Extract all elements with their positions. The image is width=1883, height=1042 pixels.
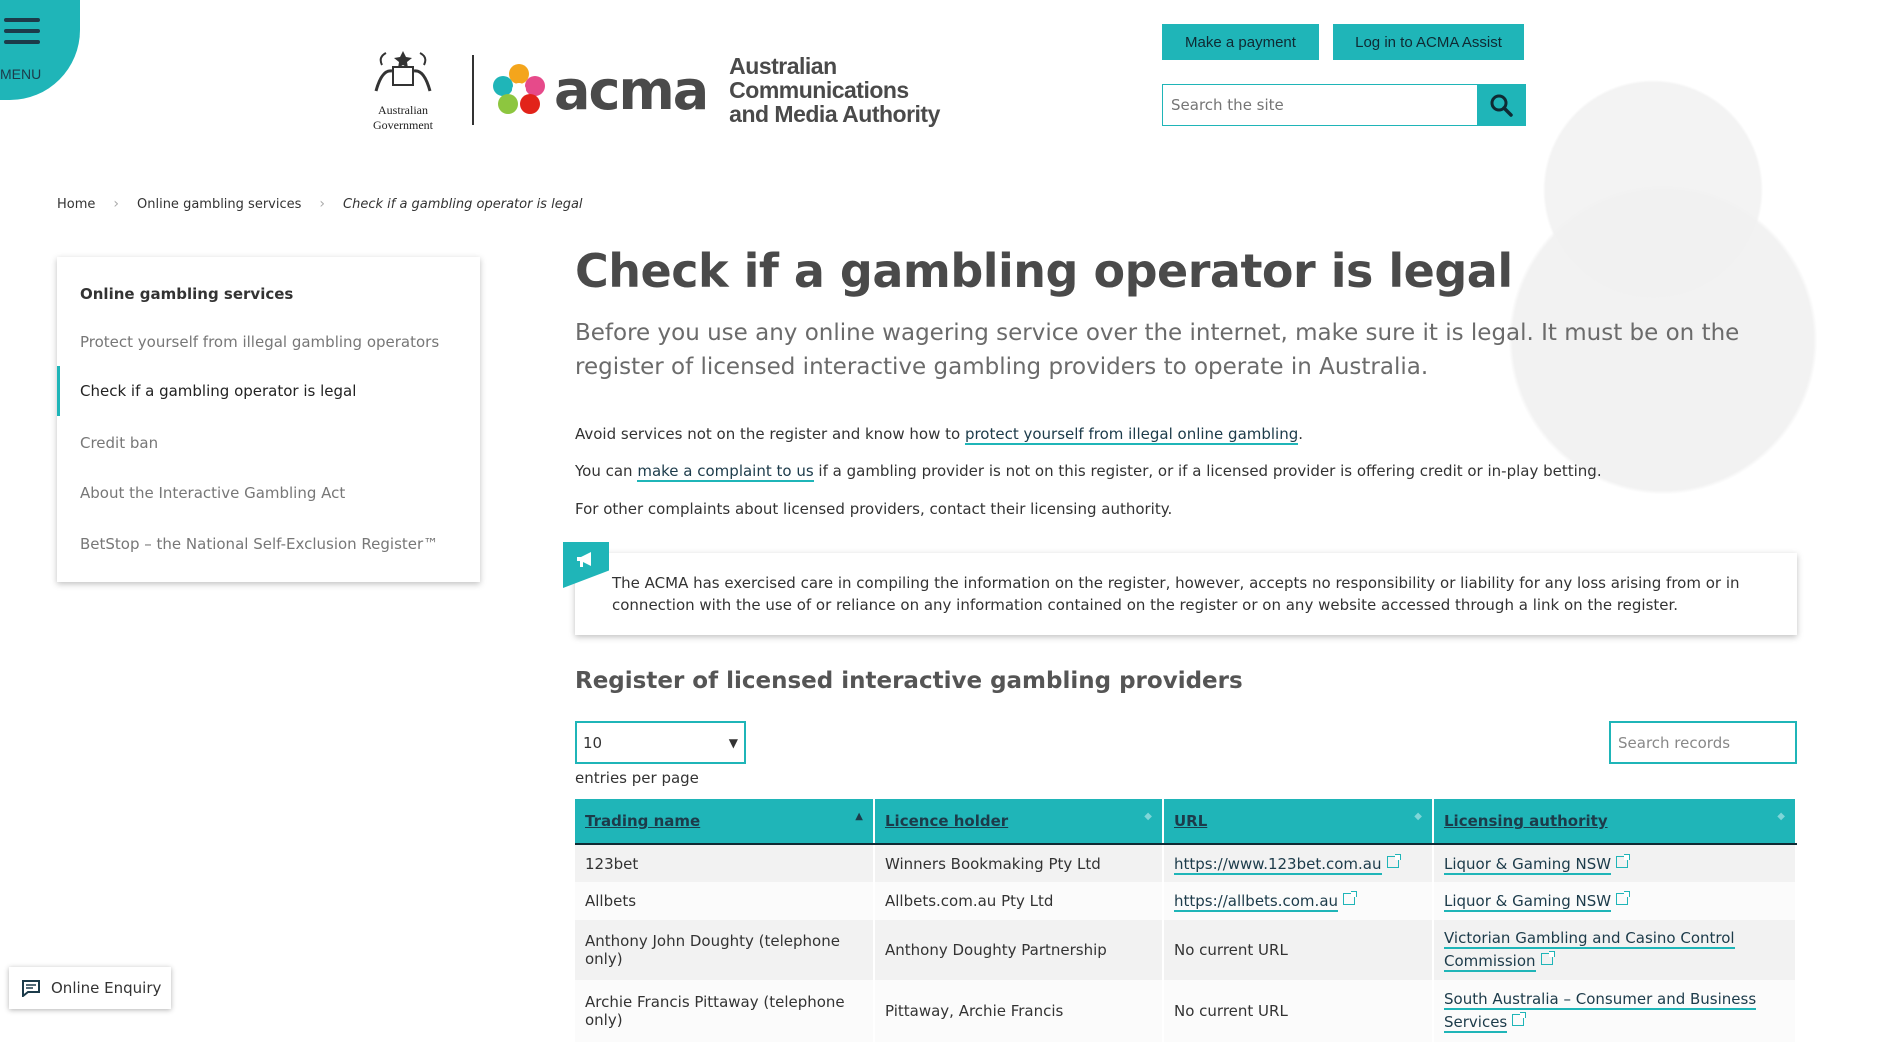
- site-search-button[interactable]: [1477, 85, 1525, 125]
- disclaimer-notice: The ACMA has exercised care in compiling…: [575, 553, 1797, 635]
- sidenav-item-interactive-gambling-act[interactable]: About the Interactive Gambling Act: [57, 484, 480, 502]
- table-row: Archie Francis Pittaway (telephone only)…: [575, 980, 1797, 1042]
- cell-url-link[interactable]: https://www.123bet.com.au: [1174, 854, 1382, 875]
- government-label: Australian Government: [373, 103, 433, 132]
- cell-licence-holder: Allbets.com.au Pty Ltd: [874, 882, 1164, 920]
- chat-icon: [22, 980, 40, 997]
- entries-per-page-value: 10: [583, 733, 603, 752]
- external-link-icon: [1512, 1012, 1527, 1026]
- cell-url: No current URL: [1163, 920, 1434, 980]
- online-enquiry-label: Online Enquiry: [51, 979, 162, 997]
- breadcrumb: Home › Online gambling services › Check …: [57, 196, 583, 212]
- external-link-icon: [1386, 853, 1401, 868]
- protect-yourself-link[interactable]: protect yourself from illegal online gam…: [964, 425, 1299, 445]
- table-row: 123bet Winners Bookmaking Pty Ltd https:…: [575, 844, 1797, 882]
- sidenav-item-betstop[interactable]: BetStop – the National Self-Exclusion Re…: [57, 535, 480, 553]
- sort-icon: ◆: [1414, 811, 1422, 822]
- cell-authority-link[interactable]: Victorian Gambling and Casino Control: [1444, 929, 1735, 949]
- sort-ascending-icon: ▲: [855, 811, 863, 822]
- sidenav-item-credit-ban[interactable]: Credit ban: [57, 434, 480, 452]
- entries-per-page-label: entries per page: [575, 769, 699, 787]
- cell-trading-name: Archie Francis Pittaway (telephone only): [575, 980, 875, 1042]
- lead-paragraph: Before you use any online wagering servi…: [575, 320, 1740, 380]
- breadcrumb-current: Check if a gambling operator is legal: [343, 196, 583, 212]
- cell-authority-link-cont[interactable]: Services: [1444, 1013, 1508, 1033]
- external-link-icon: [1616, 853, 1631, 868]
- side-navigation: Online gambling services Protect yoursel…: [57, 257, 480, 582]
- acma-flower-icon: [493, 64, 545, 114]
- menu-label: MENU: [0, 66, 42, 82]
- site-search: [1162, 84, 1526, 126]
- logo-divider: [472, 55, 474, 125]
- paragraph-avoid: Avoid services not on the register and k…: [575, 425, 1304, 445]
- paragraph-other-complaints: For other complaints about licensed prov…: [575, 500, 1173, 518]
- column-url[interactable]: URL ◆: [1163, 799, 1434, 845]
- login-acma-assist-button[interactable]: Log in to ACMA Assist: [1333, 24, 1524, 60]
- coat-of-arms-icon: [374, 51, 432, 92]
- menu-button[interactable]: MENU: [0, 12, 60, 82]
- cell-trading-name: 123bet: [575, 844, 875, 882]
- cell-authority-link[interactable]: South Australia – Consumer and Business: [1444, 990, 1757, 1010]
- sort-icon: ◆: [1777, 811, 1785, 822]
- cell-trading-name: Anthony John Doughty (telephone only): [575, 920, 875, 980]
- breadcrumb-home[interactable]: Home: [57, 197, 95, 212]
- external-link-icon: [1540, 951, 1555, 965]
- register-table: Trading name ▲ Licence holder ◆ URL ◆ Licen…: [575, 799, 1797, 1042]
- cell-licence-holder: Pittaway, Archie Francis: [874, 980, 1164, 1042]
- chevron-right-icon: ›: [319, 196, 325, 212]
- page-title: Check if a gambling operator is legal: [575, 244, 1513, 298]
- cell-authority-link[interactable]: Liquor & Gaming NSW: [1444, 892, 1612, 912]
- sidenav-item-protect[interactable]: Protect yourself from illegal gambling o…: [57, 333, 480, 351]
- chevron-right-icon: ›: [113, 196, 119, 212]
- entries-per-page-select[interactable]: 10 ▼: [575, 721, 746, 764]
- column-licensing-authority[interactable]: Licensing authority ◆: [1433, 799, 1797, 845]
- table-row: Anthony John Doughty (telephone only) An…: [575, 920, 1797, 980]
- search-records-input[interactable]: Search records: [1609, 721, 1797, 764]
- site-search-input[interactable]: [1163, 85, 1477, 125]
- cell-authority-link-cont[interactable]: Commission: [1444, 952, 1536, 972]
- online-enquiry-button[interactable]: Online Enquiry: [9, 967, 171, 1009]
- table-row: Allbets Allbets.com.au Pty Ltd https://a…: [575, 882, 1797, 920]
- cell-url-link[interactable]: https://allbets.com.au: [1174, 892, 1339, 912]
- search-icon: [1490, 94, 1513, 117]
- megaphone-icon: [577, 552, 591, 567]
- hamburger-icon: [4, 18, 40, 22]
- paragraph-complaint: You can make a complaint to us if a gamb…: [575, 462, 1602, 482]
- site-logo[interactable]: Australian Government acma Australian Co…: [348, 47, 940, 133]
- cell-authority-link[interactable]: Liquor & Gaming NSW: [1444, 854, 1612, 875]
- disclaimer-text: The ACMA has exercised care in compiling…: [612, 574, 1740, 614]
- register-heading: Register of licensed interactive gamblin…: [575, 668, 1243, 694]
- brand-full: Australian Communications and Media Auth…: [729, 53, 940, 127]
- cell-licence-holder: Anthony Doughty Partnership: [874, 920, 1164, 980]
- make-complaint-link[interactable]: make a complaint to us: [637, 462, 814, 482]
- brand-short: acma: [554, 58, 709, 122]
- government-crest: Australian Government: [348, 47, 458, 133]
- cell-url: No current URL: [1163, 980, 1434, 1042]
- sort-icon: ◆: [1144, 811, 1152, 822]
- external-link-icon: [1343, 891, 1358, 905]
- column-trading-name[interactable]: Trading name ▲: [575, 799, 875, 845]
- external-link-icon: [1616, 891, 1631, 905]
- breadcrumb-online-gambling[interactable]: Online gambling services: [137, 197, 301, 212]
- column-licence-holder[interactable]: Licence holder ◆: [874, 799, 1164, 845]
- cell-trading-name: Allbets: [575, 882, 875, 920]
- sidenav-heading[interactable]: Online gambling services: [57, 257, 480, 303]
- make-payment-button[interactable]: Make a payment: [1162, 24, 1319, 60]
- cell-licence-holder: Winners Bookmaking Pty Ltd: [874, 844, 1164, 882]
- chevron-down-icon: ▼: [728, 735, 738, 750]
- sidenav-item-check-operator[interactable]: Check if a gambling operator is legal: [57, 366, 480, 416]
